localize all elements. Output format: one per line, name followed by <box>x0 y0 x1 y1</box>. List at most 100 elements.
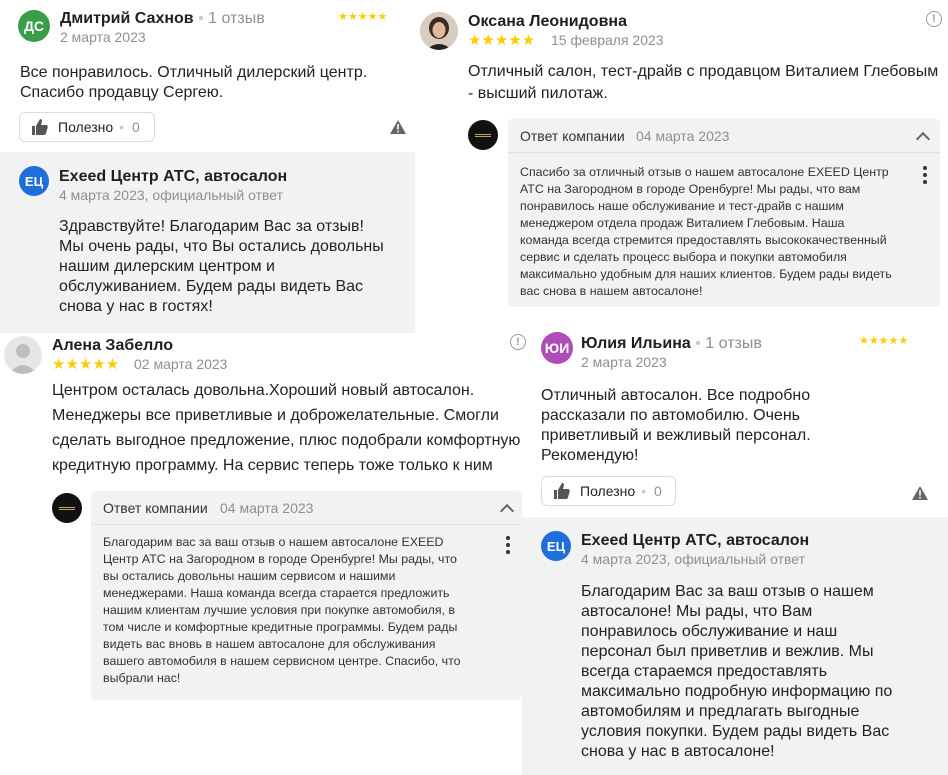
text-line: вы остались довольны нашим сервисом и на… <box>103 569 396 583</box>
text-line: сделать выгодное предложение, плюс подоб… <box>52 432 521 449</box>
text-line: снова у нас в автосалоне! <box>581 743 775 760</box>
separator-dot: • <box>119 119 125 135</box>
author-name[interactable]: Дмитрий Сахнов • 1 отзыв <box>60 10 265 28</box>
report-warning-icon[interactable] <box>389 119 407 135</box>
chevron-up-icon[interactable] <box>915 131 931 147</box>
report-warning-icon[interactable] <box>911 485 929 501</box>
author-name[interactable]: Оксана Леонидовна <box>468 13 627 31</box>
reply-header[interactable]: Ответ компании 04 марта 2023 <box>91 491 522 524</box>
official-reply: ЕЦ Exeed Центр АТС, автосалон 4 марта 20… <box>522 517 948 775</box>
review-card-3: Алена Забелло ★★★★★ 02 марта 2023 Центро… <box>0 333 522 775</box>
reviews-count[interactable]: 1 отзыв <box>208 10 265 27</box>
separator-dot: • <box>695 335 701 352</box>
review-date: 02 марта 2023 <box>134 356 228 372</box>
text-line: вас снова в нашем автосалоне! <box>520 284 703 298</box>
reply-date: 4 марта 2023, официальный ответ <box>581 551 806 567</box>
text-line: Благодарим вас за ваш отзыв о нашем авто… <box>103 535 444 549</box>
text-line: Все понравилось. Отличный дилерский цент… <box>20 64 368 81</box>
avatar[interactable] <box>420 12 458 50</box>
review-text: Отличный автосалон. Все подробно рассказ… <box>541 386 811 466</box>
text-line: видеть вас вновь в нашем автосалоне для … <box>103 637 436 651</box>
text-line: вашего автомобиля в нашем сервисном цент… <box>103 654 461 668</box>
thumbs-up-icon <box>32 119 48 135</box>
text-line: нашим дилерским центром и <box>59 258 275 275</box>
more-menu-icon[interactable] <box>923 166 927 187</box>
chevron-up-icon[interactable] <box>499 503 515 519</box>
author-name[interactable]: Алена Забелло <box>52 337 173 355</box>
profile-photo-icon <box>420 12 458 50</box>
avatar-placeholder[interactable] <box>4 336 42 374</box>
exeed-logo-icon[interactable] <box>468 120 498 150</box>
review-text: Отличный салон, тест-драйв с продавцом В… <box>468 61 938 105</box>
helpful-button[interactable]: Полезно • 0 <box>541 476 676 506</box>
review-text: Все понравилось. Отличный дилерский цент… <box>20 63 367 103</box>
text-line: Центром осталась довольна.Хороший новый … <box>52 382 475 399</box>
author-name[interactable]: Юлия Ильина • 1 отзыв <box>581 335 762 353</box>
text-line: условия покупки. Будем рады видеть Вас <box>581 723 890 740</box>
text-line: максимально удобным для наших клиентов. … <box>520 267 892 281</box>
avatar[interactable]: ЮИ <box>541 332 573 364</box>
text-line: том числе и комфортные кредитные програм… <box>103 620 458 634</box>
reply-text: Благодарим Вас за ваш отзыв о нашем авто… <box>581 582 892 762</box>
separator-dot: • <box>641 483 647 499</box>
thumbs-up-icon <box>554 483 570 499</box>
reply-text: Спасибо за отличный отзыв о нашем автоса… <box>520 164 910 300</box>
more-menu-icon[interactable] <box>506 536 510 557</box>
text-line: автомобилям и предлагать выгодные <box>581 703 860 720</box>
company-reply: Ответ компании 04 марта 2023 Благодарим … <box>0 491 522 701</box>
text-line: выбрали нас! <box>103 671 181 685</box>
company-avatar[interactable]: ЕЦ <box>19 166 49 196</box>
helpful-label: Полезно <box>58 119 114 135</box>
text-line: Отличный автосалон. Все подробно <box>541 387 811 404</box>
reply-date: 04 марта 2023 <box>636 128 730 144</box>
rating-stars: ★★★★★ <box>52 356 120 373</box>
review-date: 15 февраля 2023 <box>551 32 664 48</box>
avatar[interactable]: ДС <box>18 10 50 42</box>
helpful-label: Полезно <box>580 483 636 499</box>
company-name[interactable]: Exeed Центр АТС, автосалон <box>59 168 287 186</box>
company-name[interactable]: Exeed Центр АТС, автосалон <box>581 532 809 550</box>
exeed-logo-icon[interactable] <box>52 493 82 523</box>
author-name-text[interactable]: Юлия Ильина <box>581 335 691 352</box>
rating-stars: ★★★★★ <box>338 11 388 23</box>
reply-date: 04 марта 2023 <box>220 500 314 516</box>
text-line: - высший пилотаж. <box>468 85 608 102</box>
info-icon[interactable]: ! <box>926 11 942 27</box>
text-line: рассказали по автомобилю. Очень <box>541 407 800 424</box>
text-line: понравилось обслуживание и наш <box>581 623 838 640</box>
text-line: нашим клиентам лучшие условия при покупк… <box>103 603 456 617</box>
review-card-1: ДС Дмитрий Сахнов • 1 отзыв ★★★★★ 2 март… <box>0 0 415 333</box>
text-line: приветливый и вежливый персонал. <box>541 427 811 444</box>
review-date: 2 марта 2023 <box>581 354 667 370</box>
text-line: команда всегда стремится предоставлять в… <box>520 233 887 247</box>
helpful-button[interactable]: Полезно • 0 <box>19 112 155 142</box>
reply-body: Спасибо за отличный отзыв о нашем автоса… <box>508 152 940 307</box>
reply-text: Благодарим вас за ваш отзыв о нашем авто… <box>103 534 493 687</box>
reviews-count[interactable]: 1 отзыв <box>705 335 762 352</box>
text-line: Мы очень рады, что Вы остались довольны <box>59 238 384 255</box>
text-line: АТС на Загородном в городе Оренбурге! Мы… <box>520 182 861 196</box>
text-line: Спасибо продавцу Сергею. <box>20 84 224 101</box>
reply-body: Благодарим вас за ваш отзыв о нашем авто… <box>91 524 522 700</box>
text-line: обслуживанием. Будем рады видеть Вас <box>59 278 364 295</box>
text-line: Центр АТС на Загородном в городе Оренбур… <box>103 552 457 566</box>
official-reply: ЕЦ Exeed Центр АТС, автосалон 4 марта 20… <box>0 152 415 333</box>
helpful-count: 0 <box>132 119 140 135</box>
text-line: сервис и сделать процесс выбора и покупк… <box>520 250 847 264</box>
review-text: Центром осталась довольна.Хороший новый … <box>52 378 520 478</box>
review-card-4: ! ЮИ Юлия Ильина • 1 отзыв ★★★★★ 2 марта… <box>510 320 948 775</box>
reply-header[interactable]: Ответ компании 04 марта 2023 <box>508 118 940 152</box>
reply-label: Ответ компании <box>103 500 208 516</box>
separator-dot: • <box>198 10 204 27</box>
text-line: Спасибо за отличный отзыв о нашем автоса… <box>520 165 889 179</box>
text-line: персонал был приветлив и вежлив. Мы <box>581 643 874 660</box>
rating-stars: ★★★★★ <box>468 32 536 49</box>
author-name-text[interactable]: Дмитрий Сахнов <box>60 10 194 27</box>
text-line: менеджером отдела продаж Виталием Глебов… <box>520 216 845 230</box>
company-avatar[interactable]: ЕЦ <box>541 531 571 561</box>
review-date: 2 марта 2023 <box>60 29 146 45</box>
info-icon[interactable]: ! <box>510 334 526 350</box>
text-line: менеджерами. Наша команда всегда старает… <box>103 586 450 600</box>
text-line: максимально подробную информацию по <box>581 683 893 700</box>
rating-stars: ★★★★★ <box>859 335 909 347</box>
